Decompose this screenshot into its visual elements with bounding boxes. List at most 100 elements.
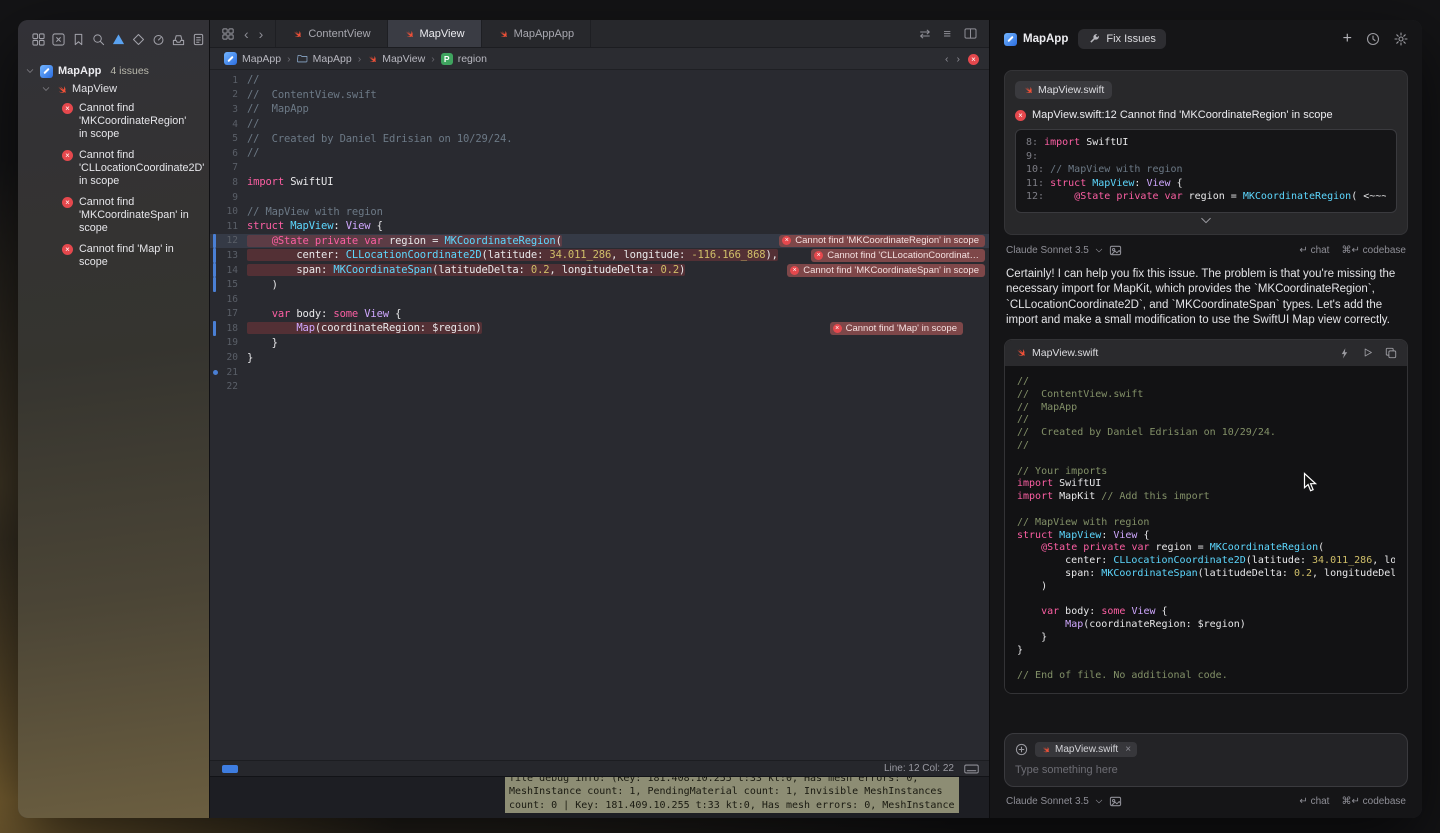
code-line-15[interactable]: 15 ) (210, 277, 989, 292)
breadcrumb-label: region (458, 53, 487, 65)
bookmark-navigator-icon[interactable] (72, 32, 85, 46)
snippet-line: 9: (1026, 151, 1386, 165)
line-number: 11 (210, 221, 247, 232)
model-selector[interactable]: Claude Sonnet 3.5 (1006, 796, 1089, 807)
code-line-1[interactable]: 1// (210, 73, 989, 88)
navigator-project-row[interactable]: MapApp 4 issues (18, 62, 209, 80)
source-control-icon[interactable] (52, 32, 65, 46)
keyboard-icon[interactable] (964, 764, 979, 774)
breakpoint-navigator-icon[interactable] (172, 32, 185, 46)
swap-editor-icon[interactable]: ⇄ (920, 26, 931, 42)
code-line-8[interactable]: 8import SwiftUI (210, 175, 989, 190)
apply-bolt-icon[interactable] (1339, 347, 1350, 359)
swift-icon (292, 29, 302, 39)
code-line-18[interactable]: 18 Map(coordinateRegion: $region)×Cannot… (210, 321, 989, 336)
issue-item[interactable]: ×Cannot find 'MKCoordinateSpan' in scope (18, 192, 209, 239)
code-line-4[interactable]: 4// (210, 117, 989, 132)
fix-issues-tab[interactable]: Fix Issues (1078, 29, 1166, 49)
code-line-6[interactable]: 6// (210, 146, 989, 161)
code-line-7[interactable]: 7 (210, 161, 989, 176)
report-navigator-icon[interactable] (192, 32, 205, 46)
split-editor-icon[interactable] (964, 28, 977, 39)
suggested-code-line: ) (1017, 581, 1395, 594)
source-editor[interactable]: 1//2// ContentView.swift3// MapApp4//5//… (210, 70, 989, 760)
file-chip[interactable]: MapView.swift (1015, 81, 1112, 99)
editor-status-bar: Line: 12 Col: 22 (210, 760, 989, 776)
breadcrumb-item[interactable]: MapApp (224, 52, 281, 65)
code-line-3[interactable]: 3// MapApp (210, 102, 989, 117)
code-line-14[interactable]: 14 span: MKCoordinateSpan(latitudeDelta:… (210, 263, 989, 278)
code-line-13[interactable]: 13 center: CLLocationCoordinate2D(latitu… (210, 248, 989, 263)
codebase-shortcut[interactable]: ⌘↵ codebase (1341, 796, 1406, 807)
code-line-21[interactable]: 21 (210, 365, 989, 380)
code-line-22[interactable]: 22 (210, 379, 989, 394)
error-icon: × (782, 236, 791, 245)
copy-icon[interactable] (1385, 347, 1397, 359)
run-play-icon[interactable] (1362, 347, 1373, 358)
add-context-icon[interactable] (1015, 743, 1028, 756)
adjust-editor-icon[interactable]: ≡ (943, 26, 951, 41)
project-navigator-icon[interactable] (32, 32, 45, 46)
disclosure-chevron-icon[interactable] (26, 68, 35, 74)
prev-issue-icon[interactable]: ‹ (945, 53, 949, 65)
inline-error-pill[interactable]: ×Cannot find 'Map' in scope (830, 322, 963, 335)
settings-gear-icon[interactable] (1394, 32, 1408, 46)
inline-error-pill[interactable]: ×Cannot find 'CLLocationCoordinat… (811, 249, 985, 262)
editor-tab-contentview[interactable]: ContentView (276, 20, 387, 47)
breadcrumb-item[interactable]: MapView (367, 53, 425, 65)
related-items-icon[interactable] (222, 28, 234, 40)
inline-error-pill[interactable]: ×Cannot find 'MKCoordinateRegion' in sco… (779, 235, 985, 248)
code-line-5[interactable]: 5// Created by Daniel Edrisian on 10/29/… (210, 131, 989, 146)
image-attach-icon[interactable] (1109, 244, 1122, 257)
chat-input[interactable] (1015, 764, 1397, 776)
folder-icon (297, 53, 308, 64)
code-line-12[interactable]: 12 @State private var region = MKCoordin… (210, 234, 989, 249)
code-line-10[interactable]: 10// MapView with region (210, 204, 989, 219)
history-icon[interactable] (1366, 32, 1380, 46)
workspace-label: MapApp (1023, 33, 1068, 45)
codebase-shortcut[interactable]: ⌘↵ codebase (1341, 245, 1406, 256)
code-line-20[interactable]: 20} (210, 350, 989, 365)
disclosure-chevron-icon[interactable] (42, 86, 51, 92)
breadcrumb-item[interactable]: MapApp (297, 53, 352, 65)
code-line-17[interactable]: 17 var body: some View { (210, 307, 989, 322)
forward-icon[interactable]: › (259, 27, 264, 41)
debug-console[interactable]: file debug info: (Key: 181.408.10.255 t:… (210, 776, 989, 818)
issue-item[interactable]: ×Cannot find 'Map' in scope (18, 239, 209, 273)
breadcrumb-label: MapApp (242, 53, 281, 65)
app-icon (40, 65, 53, 78)
breadcrumb-item[interactable]: Pregion (441, 53, 487, 65)
inline-error-pill[interactable]: ×Cannot find 'MKCoordinateSpan' in scope (787, 264, 985, 277)
new-chat-icon[interactable]: + (1343, 31, 1352, 47)
test-navigator-icon[interactable] (132, 32, 145, 46)
editor-tab-mapappapp[interactable]: MapAppApp (482, 20, 592, 47)
code-line-2[interactable]: 2// ContentView.swift (210, 88, 989, 103)
model-selector[interactable]: Claude Sonnet 3.5 (1006, 245, 1089, 256)
code-line-16[interactable]: 16 (210, 292, 989, 307)
issue-item[interactable]: ×Cannot find 'MKCoordinateRegion' in sco… (18, 98, 209, 145)
expand-snippet-button[interactable] (1015, 217, 1397, 224)
app-icon (224, 52, 237, 65)
issue-badge[interactable]: × (968, 54, 979, 65)
next-issue-icon[interactable]: › (957, 53, 961, 65)
issue-item[interactable]: ×Cannot find 'CLLocationCoordinate2D' in… (18, 145, 209, 192)
chat-shortcut[interactable]: ↵ chat (1299, 245, 1329, 256)
image-attach-icon[interactable] (1109, 795, 1122, 808)
back-icon[interactable]: ‹ (244, 27, 249, 41)
editor-tab-mapview[interactable]: MapView (388, 20, 482, 47)
code-line-11[interactable]: 11struct MapView: View { (210, 219, 989, 234)
navigator-file-row[interactable]: MapView (18, 80, 209, 98)
debug-navigator-icon[interactable] (152, 32, 165, 46)
issue-navigator-icon[interactable] (112, 32, 125, 46)
remove-context-icon[interactable]: × (1125, 744, 1131, 755)
chat-shortcut[interactable]: ↵ chat (1299, 796, 1329, 807)
find-navigator-icon[interactable] (92, 32, 105, 46)
code-line-19[interactable]: 19 } (210, 336, 989, 351)
code-line-9[interactable]: 9 (210, 190, 989, 205)
line-code: @State private var region = MKCoordinate… (247, 235, 562, 247)
suggested-code-line (1017, 658, 1395, 671)
swift-icon (56, 84, 67, 95)
code-card-header: MapView.swift (1005, 340, 1407, 366)
context-chip[interactable]: MapView.swift × (1035, 742, 1137, 757)
workspace-tab[interactable]: MapApp (1004, 33, 1068, 46)
